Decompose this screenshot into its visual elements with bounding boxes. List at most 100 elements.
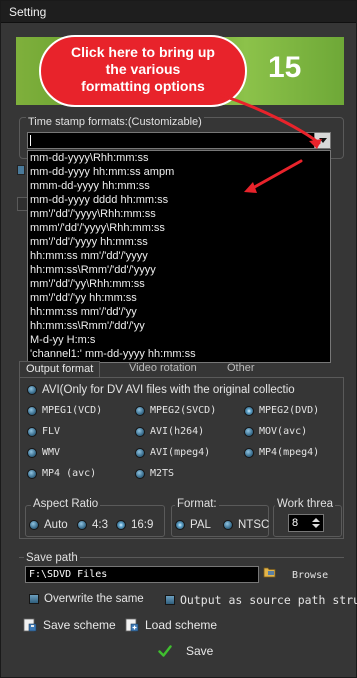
radio-mp4-avc[interactable]: MP4 (avc) bbox=[27, 468, 96, 479]
spin-up-icon[interactable] bbox=[312, 518, 320, 522]
tab-other[interactable]: Other bbox=[221, 361, 261, 377]
dropdown-option[interactable]: mm-dd-yyyy dddd hh:mm:ss bbox=[28, 193, 330, 207]
radio-pal[interactable]: PAL bbox=[175, 519, 211, 531]
radio-label: AVI(mpeg4) bbox=[150, 447, 211, 458]
text-caret bbox=[30, 135, 31, 146]
radio-label: MOV(avc) bbox=[259, 426, 308, 437]
callout-line-2: the various bbox=[105, 61, 181, 77]
tab-output-format[interactable]: Output format bbox=[19, 361, 101, 377]
dropdown-arrow-icon[interactable] bbox=[314, 133, 330, 148]
save-button[interactable]: Save bbox=[158, 644, 213, 658]
dropdown-option[interactable]: mmm-dd-yyyy hh:mm:ss bbox=[28, 179, 330, 193]
dropdown-option[interactable]: mm'/'dd'/'yyyy hh:mm:ss bbox=[28, 235, 330, 249]
radio-aspect-auto[interactable]: Auto bbox=[29, 519, 68, 531]
banner-number: 15 bbox=[268, 51, 302, 84]
radio-aspect-4-3[interactable]: 4:3 bbox=[77, 519, 108, 531]
radio-dot bbox=[77, 520, 87, 530]
radio-dot-selected bbox=[175, 520, 185, 530]
radio-label: NTSC bbox=[238, 519, 270, 531]
radio-dot bbox=[135, 468, 145, 479]
radio-dot bbox=[27, 385, 37, 395]
aspect-ratio-label: Aspect Ratio bbox=[31, 498, 101, 510]
radio-mpeg1[interactable]: MPEG1(VCD) bbox=[27, 405, 102, 416]
timestamp-dropdown-list[interactable]: mm-dd-yyyy\Rhh:mm:ss mm-dd-yyyy hh:mm:ss… bbox=[27, 150, 331, 363]
callout-line-1: Click here to bring up bbox=[71, 44, 215, 60]
radio-label: MPEG2(SVCD) bbox=[150, 405, 217, 416]
dropdown-option[interactable]: mm'/'dd'/'yy hh:mm:ss bbox=[28, 291, 330, 305]
radio-label: MPEG1(VCD) bbox=[42, 405, 103, 416]
dropdown-option[interactable]: M-d-yy H:m:s bbox=[28, 333, 330, 347]
radio-flv[interactable]: FLV bbox=[27, 426, 60, 437]
save-path-label: Save path bbox=[24, 552, 80, 564]
save-scheme-icon bbox=[23, 618, 37, 632]
radio-label: 16:9 bbox=[131, 519, 154, 531]
tab-video-rotation[interactable]: Video rotation bbox=[123, 361, 203, 377]
dropdown-option[interactable]: hh:mm:ss mm'/'dd'/'yyyy bbox=[28, 249, 330, 263]
radio-label: MP4 (avc) bbox=[42, 468, 97, 479]
radio-mov-avc[interactable]: MOV(avc) bbox=[244, 426, 307, 437]
save-scheme-button[interactable]: Save scheme bbox=[23, 618, 116, 632]
radio-label: Auto bbox=[44, 519, 68, 531]
radio-aspect-16-9[interactable]: 16:9 bbox=[116, 519, 153, 531]
load-scheme-button[interactable]: Load scheme bbox=[125, 618, 217, 632]
overwrite-checkbox[interactable]: Overwrite the same bbox=[29, 593, 144, 605]
dropdown-option[interactable]: mm'/'dd'/'yy\Rhh:mm:ss bbox=[28, 277, 330, 291]
radio-dot bbox=[244, 426, 254, 437]
checkbox-label: Overwrite the same bbox=[44, 593, 144, 605]
radio-label: MPEG2(DVD) bbox=[259, 405, 320, 416]
radio-dot bbox=[135, 426, 145, 437]
tab-bar: Output format Video rotation Other bbox=[19, 361, 329, 377]
browse-button[interactable]: Browse bbox=[292, 570, 328, 581]
radio-label: M2TS bbox=[150, 468, 175, 479]
radio-dot bbox=[29, 520, 39, 530]
dropdown-option[interactable]: hh:mm:ss mm'/'dd'/'yy bbox=[28, 305, 330, 319]
radio-mpeg2-dvd[interactable]: MPEG2(DVD) bbox=[244, 405, 319, 416]
spin-down-icon[interactable] bbox=[312, 524, 320, 528]
radio-avi-mpeg4[interactable]: AVI(mpeg4) bbox=[135, 447, 210, 458]
radio-mpeg2-svcd[interactable]: MPEG2(SVCD) bbox=[135, 405, 216, 416]
radio-dot bbox=[135, 405, 145, 416]
side-tab-stub bbox=[17, 197, 27, 211]
dropdown-option[interactable]: 'channel1:' mm-dd-yyyy hh:mm:ss bbox=[28, 347, 330, 361]
dropdown-option[interactable]: mm-dd-yyyy hh:mm:ss ampm bbox=[28, 165, 330, 179]
radio-ntsc[interactable]: NTSC bbox=[223, 519, 269, 531]
radio-dot bbox=[223, 520, 233, 530]
checkbox-label: Output as source path struc bbox=[180, 593, 357, 607]
dropdown-option[interactable]: mmm'/'dd'/'yyyy\Rhh:mm:ss bbox=[28, 221, 330, 235]
radio-label: 4:3 bbox=[92, 519, 108, 531]
dropdown-option[interactable]: hh:mm:ss\Rmm'/'dd'/'yy bbox=[28, 319, 330, 333]
radio-mp4-mpeg4[interactable]: MP4(mpeg4) bbox=[244, 447, 319, 458]
radio-dot bbox=[27, 405, 37, 416]
timestamp-label: Time stamp formats:(Customizable) bbox=[26, 116, 204, 128]
timestamp-combobox[interactable] bbox=[27, 132, 331, 149]
radio-dot-selected bbox=[116, 520, 126, 530]
radio-wmv[interactable]: WMV bbox=[27, 447, 60, 458]
dropdown-option[interactable]: mm-dd-yyyy\Rhh:mm:ss bbox=[28, 151, 330, 165]
radio-label: MP4(mpeg4) bbox=[259, 447, 320, 458]
radio-avi-dv[interactable]: AVI(Only for DV AVI files with the origi… bbox=[27, 384, 295, 396]
radio-m2ts[interactable]: M2TS bbox=[135, 468, 174, 479]
annotation-callout: Click here to bring up the various forma… bbox=[39, 35, 247, 107]
save-path-input[interactable]: F:\SDVD Files bbox=[25, 566, 259, 583]
checkmark-icon bbox=[158, 645, 172, 657]
radio-label: FLV bbox=[42, 426, 61, 437]
work-thread-label: Work threa bbox=[275, 498, 336, 510]
dropdown-option[interactable]: mm'/'dd'/'yyyy\Rhh:mm:ss bbox=[28, 207, 330, 221]
dropdown-option[interactable]: hh:mm:ss\Rmm'/'dd'/'yyyy bbox=[28, 263, 330, 277]
side-checkbox[interactable] bbox=[17, 165, 25, 175]
load-scheme-icon bbox=[125, 618, 139, 632]
folder-icon[interactable] bbox=[263, 566, 277, 578]
radio-dot bbox=[27, 426, 37, 437]
save-path-value: F:\SDVD Files bbox=[29, 569, 108, 580]
settings-window: Setting 15 Click here to bring up the va… bbox=[0, 0, 357, 678]
save-label: Save bbox=[186, 644, 214, 658]
radio-label: AVI(h264) bbox=[150, 426, 205, 437]
save-scheme-label: Save scheme bbox=[43, 618, 116, 632]
radio-avi-h264[interactable]: AVI(h264) bbox=[135, 426, 204, 437]
radio-label: PAL bbox=[190, 519, 211, 531]
source-path-checkbox[interactable]: Output as source path struc bbox=[165, 593, 357, 607]
checkbox-box bbox=[29, 594, 39, 604]
radio-dot-selected bbox=[244, 405, 254, 416]
radio-avi-dv-label: AVI(Only for DV AVI files with the origi… bbox=[42, 384, 295, 396]
work-thread-spinner[interactable]: 8 bbox=[288, 514, 324, 532]
